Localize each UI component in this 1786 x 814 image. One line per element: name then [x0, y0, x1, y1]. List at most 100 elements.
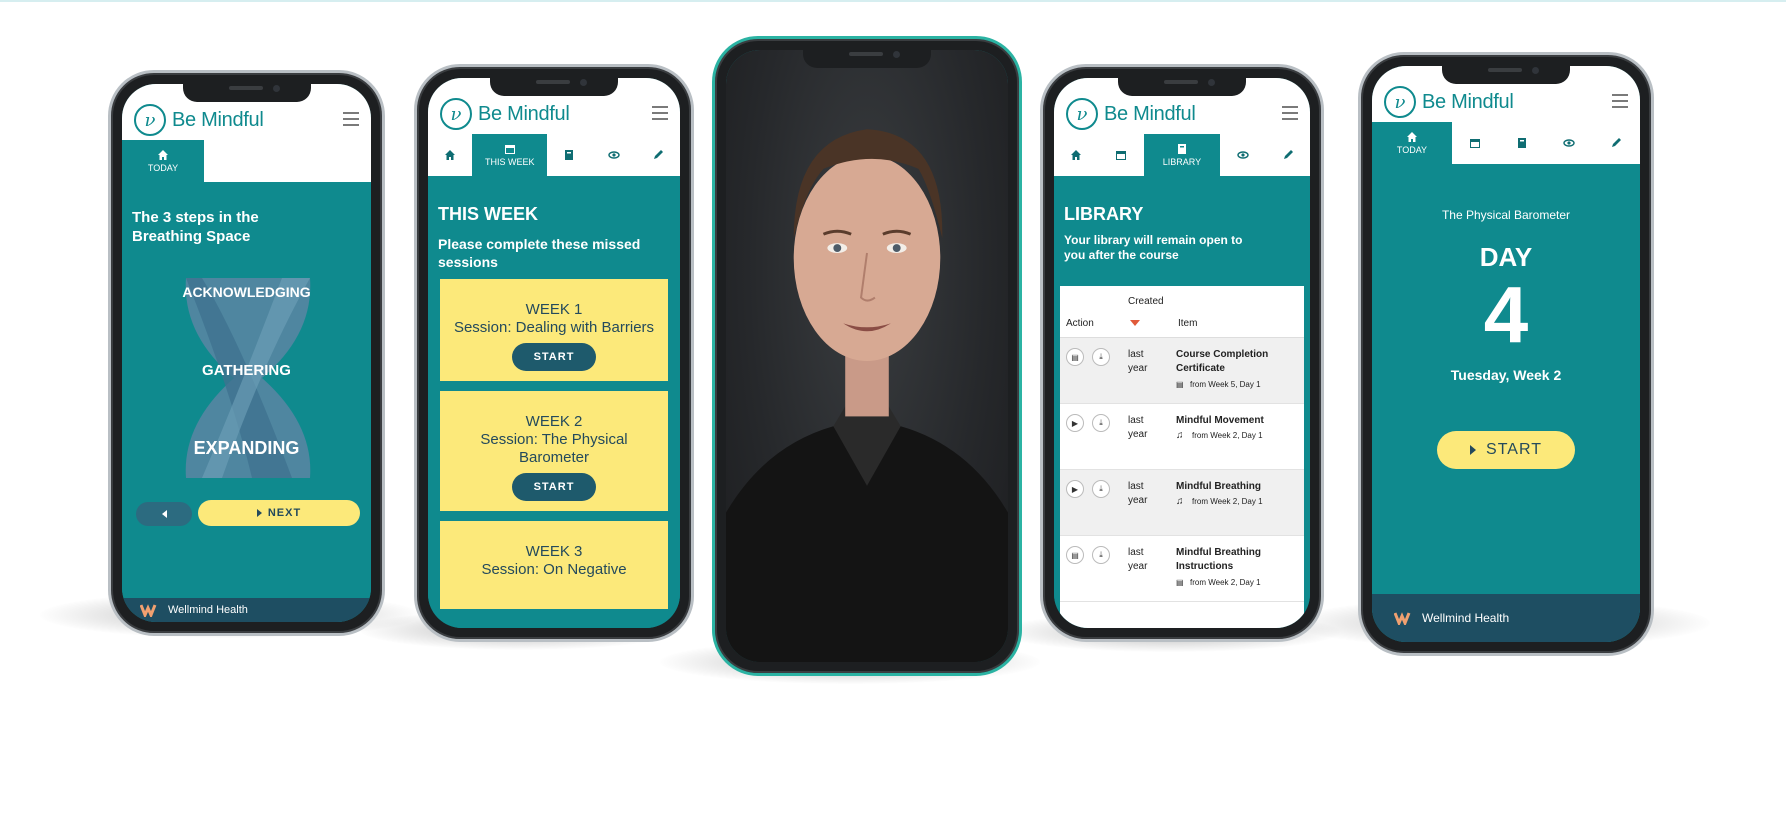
phone-screen: ν Be Mindful TODAY The Physical Baromete… — [1372, 66, 1640, 642]
row-title[interactable]: Mindful Movement — [1176, 414, 1272, 428]
hamburger-menu-icon[interactable] — [652, 106, 668, 124]
page-title: The 3 steps in the Breathing Space — [132, 209, 259, 245]
brand-logo[interactable]: ν Be Mindful — [1384, 86, 1514, 118]
tab-today[interactable] — [1054, 134, 1099, 176]
card-session: Session: The Physical Barometer — [480, 431, 628, 466]
brand-logo[interactable]: ν Be Mindful — [440, 98, 570, 130]
phone-today-day: ν Be Mindful TODAY The Physical Baromete… — [1358, 52, 1654, 656]
tab-review[interactable] — [1220, 134, 1265, 176]
phone-screen: ν Be Mindful TODAY The 3 steps in the Br… — [122, 84, 371, 622]
music-note-icon: ♫ — [1176, 430, 1184, 441]
brand-logo[interactable]: ν Be Mindful — [134, 104, 264, 136]
calendar-icon — [504, 145, 515, 154]
book-icon — [565, 150, 574, 160]
today-day-content: The Physical Barometer DAY 4 Tuesday, We… — [1372, 164, 1640, 642]
card-session: Session: Dealing with Barriers — [453, 319, 655, 336]
tab-today[interactable] — [428, 134, 472, 176]
brand-logo[interactable]: ν Be Mindful — [1066, 98, 1196, 130]
home-icon — [1071, 150, 1082, 160]
hamburger-menu-icon[interactable] — [1612, 94, 1628, 112]
tab-today[interactable]: TODAY — [1372, 122, 1452, 164]
today-content: The 3 steps in the Breathing Space ACKNO… — [122, 182, 371, 622]
play-icon[interactable]: ▶ — [1066, 480, 1084, 498]
tab-this-week[interactable]: THIS WEEK — [472, 134, 548, 176]
phone-screen: ν Be Mindful LIBRARY LIBRARY Your librar… — [1054, 78, 1310, 628]
table-row: ▤ ⤓ last year Mindful Breathing Instruct… — [1060, 536, 1304, 602]
pencil-icon — [1283, 150, 1293, 159]
page-subtitle: Your library will remain open to you aft… — [1064, 233, 1243, 262]
document-icon: ▤ — [1176, 578, 1184, 587]
download-icon[interactable]: ⤓ — [1092, 348, 1110, 366]
calendar-icon — [1470, 139, 1481, 148]
footer-brand: Wellmind Health — [168, 604, 248, 616]
document-icon: ▤ — [1176, 380, 1184, 389]
page-subtitle: Please complete these missed sessions — [438, 236, 641, 270]
brand-name: Be Mindful — [172, 108, 264, 131]
video-frame[interactable] — [726, 50, 1008, 662]
start-label: START — [1486, 441, 1542, 458]
view-document-icon[interactable]: ▤ — [1066, 546, 1084, 564]
row-title[interactable]: Course Completion Certificate — [1176, 348, 1272, 376]
row-source: from Week 2, Day 1 — [1190, 578, 1261, 587]
sort-desc-icon[interactable] — [1130, 320, 1140, 326]
tab-label: LIBRARY — [1162, 157, 1202, 167]
presenter-video-still — [726, 129, 1008, 662]
tab-review[interactable] — [1546, 122, 1593, 164]
hamburger-menu-icon[interactable] — [1282, 106, 1298, 124]
home-icon — [445, 150, 456, 160]
tab-review[interactable] — [592, 134, 636, 176]
library-table: Action Created Item ▤ ⤓ last year Course… — [1060, 286, 1304, 628]
download-icon[interactable]: ⤓ — [1092, 480, 1110, 498]
play-icon[interactable]: ▶ — [1066, 414, 1084, 432]
start-button[interactable]: START — [511, 473, 597, 501]
start-button[interactable]: START — [1437, 431, 1575, 469]
column-header-created[interactable]: Created — [1128, 296, 1164, 307]
table-header: Action Created Item — [1060, 286, 1304, 338]
card-session: Session: On Negative — [481, 561, 627, 578]
row-created: last year — [1128, 415, 1148, 440]
pencil-icon — [653, 150, 663, 159]
row-created: last year — [1128, 481, 1148, 506]
tab-journal[interactable] — [1265, 134, 1310, 176]
music-note-icon: ♫ — [1176, 496, 1184, 507]
tab-library[interactable]: LIBRARY — [1143, 134, 1221, 176]
phone-video — [712, 36, 1022, 676]
tab-today[interactable]: TODAY — [122, 140, 204, 182]
page-title: LIBRARY — [1064, 204, 1144, 224]
tab-library[interactable] — [547, 134, 591, 176]
phone-library: ν Be Mindful LIBRARY LIBRARY Your librar… — [1040, 64, 1324, 642]
tab-this-week[interactable] — [1099, 134, 1144, 176]
row-title[interactable]: Mindful Breathing — [1176, 480, 1272, 494]
phone-notch — [803, 46, 931, 68]
eye-icon — [1563, 139, 1576, 147]
row-title[interactable]: Mindful Breathing Instructions — [1176, 546, 1272, 574]
day-label: DAY — [1479, 242, 1533, 272]
phone-screen: ν Be Mindful THIS WEEK THIS WEEK Please … — [428, 78, 680, 628]
book-icon — [1177, 144, 1186, 154]
column-header-action: Action — [1066, 318, 1094, 329]
download-icon[interactable]: ⤓ — [1092, 546, 1110, 564]
tab-library[interactable] — [1499, 122, 1546, 164]
calendar-icon — [1116, 151, 1127, 160]
phone-notch — [182, 80, 311, 102]
download-icon[interactable]: ⤓ — [1092, 414, 1110, 432]
tab-journal[interactable] — [636, 134, 680, 176]
next-label: NEXT — [267, 507, 302, 519]
start-button[interactable]: START — [511, 343, 597, 371]
table-row: ▤ ⤓ last year Course Completion Certific… — [1060, 338, 1304, 404]
hamburger-menu-icon[interactable] — [343, 112, 359, 130]
view-document-icon[interactable]: ▤ — [1066, 348, 1084, 366]
phone-notch — [1442, 62, 1570, 84]
back-button[interactable] — [136, 502, 192, 526]
be-mindful-logo-icon: ν — [1066, 98, 1098, 130]
tab-this-week[interactable] — [1452, 122, 1499, 164]
library-content: LIBRARY Your library will remain open to… — [1054, 176, 1310, 628]
phone-today-breathing: ν Be Mindful TODAY The 3 steps in the Br… — [108, 70, 385, 636]
next-button[interactable]: NEXT — [198, 500, 360, 526]
session-card: WEEK 2 Session: The Physical Barometer S… — [440, 391, 668, 511]
tab-journal[interactable] — [1593, 122, 1640, 164]
tab-bar: THIS WEEK — [428, 134, 680, 176]
card-week: WEEK 3 — [525, 543, 583, 560]
phone-this-week: ν Be Mindful THIS WEEK THIS WEEK Please … — [414, 64, 694, 642]
this-week-content: THIS WEEK Please complete these missed s… — [428, 176, 680, 628]
